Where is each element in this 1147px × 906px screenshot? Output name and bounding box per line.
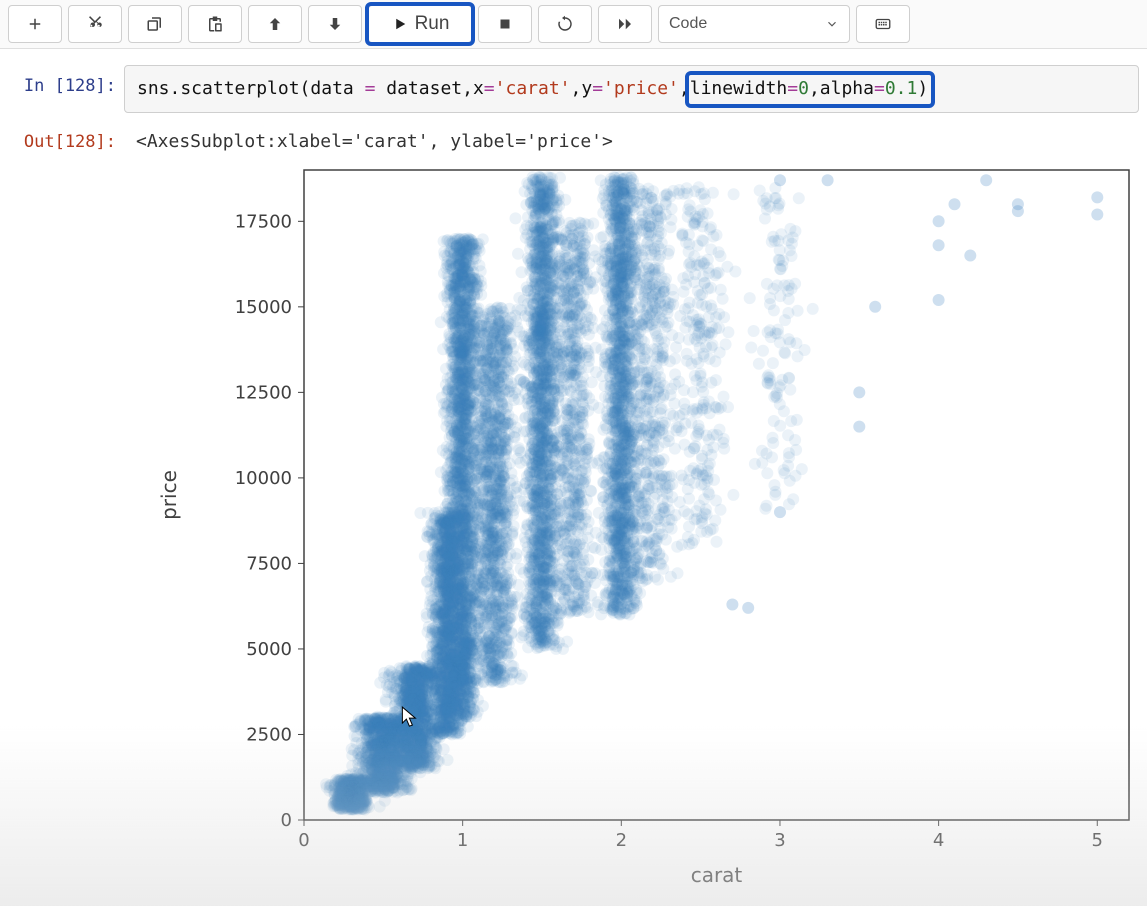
svg-text:0: 0	[298, 830, 309, 851]
celltype-select[interactable]: Code	[658, 5, 850, 43]
copy-button[interactable]	[128, 5, 182, 43]
in-prompt: In [128]:	[8, 65, 124, 96]
svg-text:4: 4	[933, 830, 944, 851]
celltype-label: Code	[669, 15, 707, 33]
run-label: Run	[415, 13, 450, 35]
restart-run-all-button[interactable]	[598, 5, 652, 43]
svg-text:price: price	[157, 470, 181, 520]
svg-text:7500: 7500	[246, 553, 292, 574]
svg-text:5000: 5000	[246, 639, 292, 660]
svg-text:5: 5	[1092, 830, 1103, 851]
svg-text:1: 1	[457, 830, 468, 851]
svg-text:3: 3	[774, 830, 785, 851]
svg-text:carat: carat	[691, 863, 743, 887]
scatter-plot: 0 1 2 3 4 5 0 2500 5000 7500 10000 12500 15000 17500 c…	[124, 160, 1144, 900]
code-input[interactable]: sns.scatterplot(data = dataset,x='carat'…	[124, 65, 1139, 113]
svg-text:2500: 2500	[246, 724, 292, 745]
svg-text:2: 2	[616, 830, 627, 851]
command-palette-button[interactable]	[856, 5, 910, 43]
output-text: <AxesSubplot:xlabel='carat', ylabel='pri…	[124, 121, 1139, 152]
play-icon	[391, 15, 409, 33]
out-prompt: Out[128]:	[8, 121, 124, 152]
chevron-down-icon	[825, 17, 839, 31]
run-button[interactable]: Run	[368, 5, 472, 43]
paste-button[interactable]	[188, 5, 242, 43]
svg-text:15000: 15000	[235, 297, 292, 318]
svg-text:10000: 10000	[235, 468, 292, 489]
svg-text:17500: 17500	[235, 211, 292, 232]
plot-output: 0 1 2 3 4 5 0 2500 5000 7500 10000 12500 15000 17500 c…	[124, 160, 1139, 900]
restart-button[interactable]	[538, 5, 592, 43]
svg-text:12500: 12500	[235, 382, 292, 403]
code-cell: In [128]: sns.scatterplot(data = dataset…	[8, 65, 1139, 113]
interrupt-button[interactable]	[478, 5, 532, 43]
move-up-button[interactable]	[248, 5, 302, 43]
insert-cell-button[interactable]	[8, 5, 62, 43]
svg-text:0: 0	[281, 810, 292, 831]
output-cell: Out[128]: <AxesSubplot:xlabel='carat', y…	[8, 121, 1139, 152]
move-down-button[interactable]	[308, 5, 362, 43]
notebook-body: In [128]: sns.scatterplot(data = dataset…	[0, 49, 1147, 900]
cut-button[interactable]	[68, 5, 122, 43]
notebook-toolbar: Run Code	[0, 0, 1147, 49]
